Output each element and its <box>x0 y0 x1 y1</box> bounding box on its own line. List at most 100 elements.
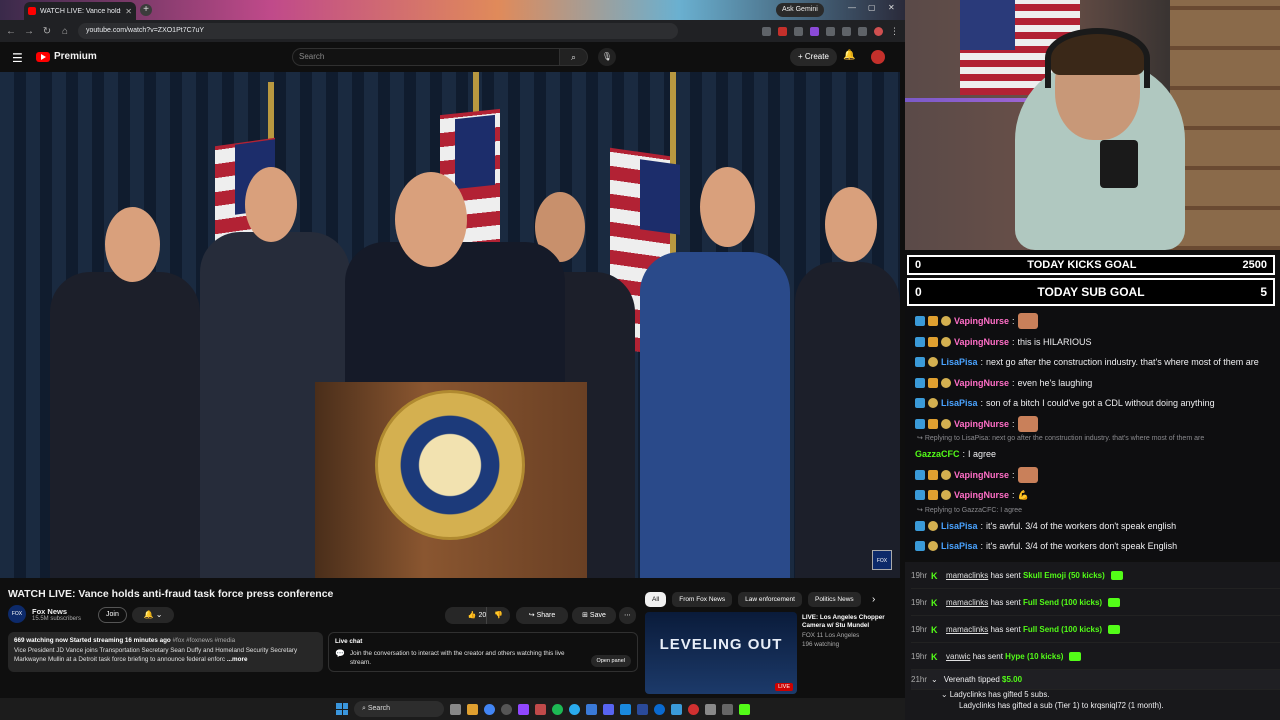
subscribed-bell-button[interactable]: 🔔 ⌄ <box>132 607 174 623</box>
event-user[interactable]: mamaclinks <box>946 625 988 634</box>
close-tab-icon[interactable]: ✕ <box>125 7 132 16</box>
ask-gemini-button[interactable]: Ask Gemini <box>776 3 824 17</box>
kick-icon[interactable] <box>739 703 750 715</box>
file-explorer-icon[interactable] <box>467 703 478 715</box>
tip-verb: tipped <box>977 675 1000 684</box>
taskbar-search[interactable]: ⌕ Search <box>354 701 444 717</box>
chat-username[interactable]: VapingNurse <box>954 490 1009 500</box>
menu-icon[interactable]: ☰ <box>12 51 23 65</box>
user-badge-icon <box>928 357 938 368</box>
reload-icon[interactable]: ↻ <box>42 26 52 37</box>
search-input[interactable]: Search <box>292 48 560 66</box>
person-head <box>105 207 160 282</box>
mic-icon: 🎙 <box>601 52 613 61</box>
thumbs-up-icon: 👍 <box>467 612 477 619</box>
telegram-icon[interactable] <box>569 703 580 715</box>
forward-icon[interactable]: → <box>24 26 34 37</box>
expand-icon[interactable]: ⌄ <box>931 675 938 684</box>
account-avatar[interactable] <box>871 50 885 64</box>
url-field[interactable]: youtube.com/watch?v=ZXO1Pt7C7uY <box>78 23 678 39</box>
chip-from-fox-news[interactable]: From Fox News <box>672 592 733 607</box>
extension-icon[interactable] <box>810 26 819 36</box>
chat-username[interactable]: VapingNurse <box>954 378 1009 388</box>
extension-icon[interactable] <box>858 26 867 36</box>
search-button[interactable]: ⌕ <box>560 48 588 66</box>
chip-law-enforcement[interactable]: Law enforcement <box>738 592 802 607</box>
description-box[interactable]: 669 watching now Started streaming 16 mi… <box>8 632 323 672</box>
join-button[interactable]: Join <box>98 607 127 623</box>
video-player[interactable]: FOX NEWS <box>0 72 900 578</box>
chat-username[interactable]: VapingNurse <box>954 316 1009 326</box>
subscriber-badge-icon <box>915 357 925 368</box>
chevron-right-icon[interactable]: › <box>872 594 875 605</box>
chat-username[interactable]: LisaPisa <box>941 541 978 551</box>
kebab-menu-icon[interactable]: ⋮ <box>890 26 899 36</box>
extension-icon[interactable] <box>778 26 787 36</box>
chat-username[interactable]: VapingNurse <box>954 470 1009 480</box>
open-panel-button[interactable]: Open panel <box>590 655 631 667</box>
windows-start-icon[interactable] <box>336 703 348 715</box>
back-icon[interactable]: ← <box>6 26 16 37</box>
chat-username[interactable]: LisaPisa <box>941 521 978 531</box>
app-icon[interactable] <box>654 703 665 715</box>
chat-message: VapingNurse: this is HILARIOUS <box>915 332 1280 353</box>
tab-youtube[interactable]: WATCH LIVE: Vance holds ✕ <box>24 2 136 20</box>
dislike-button[interactable]: 👎 <box>486 607 510 624</box>
chip-all[interactable]: All <box>645 592 667 607</box>
app-icon[interactable] <box>671 703 682 715</box>
voice-search-button[interactable]: 🎙 <box>598 48 616 66</box>
app-icon[interactable] <box>518 703 529 715</box>
chip-politics-news[interactable]: Politics News <box>807 592 861 607</box>
kick-logo-icon: K <box>931 624 938 635</box>
extension-icon[interactable] <box>842 26 851 36</box>
chat-username[interactable]: VapingNurse <box>954 337 1009 347</box>
app-icon[interactable] <box>501 703 512 715</box>
channel-name[interactable]: Fox News <box>32 607 81 616</box>
notifications-bell-icon[interactable]: 🔔 <box>843 50 855 61</box>
new-tab-button[interactable]: + <box>140 4 152 16</box>
app-icon[interactable] <box>620 703 631 715</box>
app-icon[interactable] <box>705 703 716 715</box>
description-tags[interactable]: #fox #foxnews #media <box>173 637 236 644</box>
recommended-video-thumbnail[interactable]: LEVELING OUT LIVE <box>645 612 797 694</box>
sub-goal-label: TODAY SUB GOAL <box>1037 285 1145 299</box>
extension-icon[interactable] <box>762 26 771 36</box>
chrome-icon[interactable] <box>484 703 495 715</box>
extension-icon[interactable] <box>794 26 803 36</box>
chat-username[interactable]: VapingNurse <box>954 419 1009 429</box>
live-badge: LIVE <box>775 683 793 691</box>
recommended-video-info[interactable]: LIVE: Los Angeles Chopper Camera w/ Stu … <box>802 614 898 649</box>
create-button[interactable]: + Create <box>790 48 837 66</box>
description-more[interactable]: ...more <box>227 656 248 663</box>
event-feed: 19hr K mamaclinks has sent Skull Emoji (… <box>905 562 1280 720</box>
event-user[interactable]: mamaclinks <box>946 598 988 607</box>
discord-icon[interactable] <box>603 703 614 715</box>
app-icon[interactable] <box>722 703 733 715</box>
minimize-icon[interactable]: — <box>848 3 856 12</box>
share-button[interactable]: ↪ Share <box>516 607 568 624</box>
chat-text: I agree <box>968 449 997 460</box>
chat-username[interactable]: GazzaCFC <box>915 449 960 459</box>
task-view-icon[interactable] <box>450 703 461 715</box>
profile-icon[interactable] <box>874 26 883 36</box>
event-user[interactable]: vanwic <box>946 652 970 661</box>
maximize-icon[interactable]: ▢ <box>868 3 876 12</box>
spotify-icon[interactable] <box>552 703 563 715</box>
app-icon[interactable] <box>688 703 699 715</box>
user-badge-icon <box>941 490 951 501</box>
close-window-icon[interactable]: ✕ <box>888 3 895 12</box>
chat-username[interactable]: LisaPisa <box>941 398 978 408</box>
extension-icon[interactable] <box>826 26 835 36</box>
chat-username[interactable]: LisaPisa <box>941 357 978 367</box>
app-icon[interactable] <box>637 703 648 715</box>
youtube-logo[interactable]: Premium <box>36 51 97 62</box>
save-button[interactable]: ⊞ Save <box>572 607 616 624</box>
channel-avatar[interactable]: FOX <box>8 605 26 623</box>
event-user[interactable]: mamaclinks <box>946 571 988 580</box>
app-icon[interactable] <box>535 703 546 715</box>
tip-user[interactable]: Verenath <box>944 675 976 684</box>
more-actions-button[interactable]: ⋯ <box>619 607 636 624</box>
live-chat-panel: Live chat 💬 Join the conversation to int… <box>328 632 638 672</box>
app-icon[interactable] <box>586 703 597 715</box>
home-icon[interactable]: ⌂ <box>60 26 70 37</box>
